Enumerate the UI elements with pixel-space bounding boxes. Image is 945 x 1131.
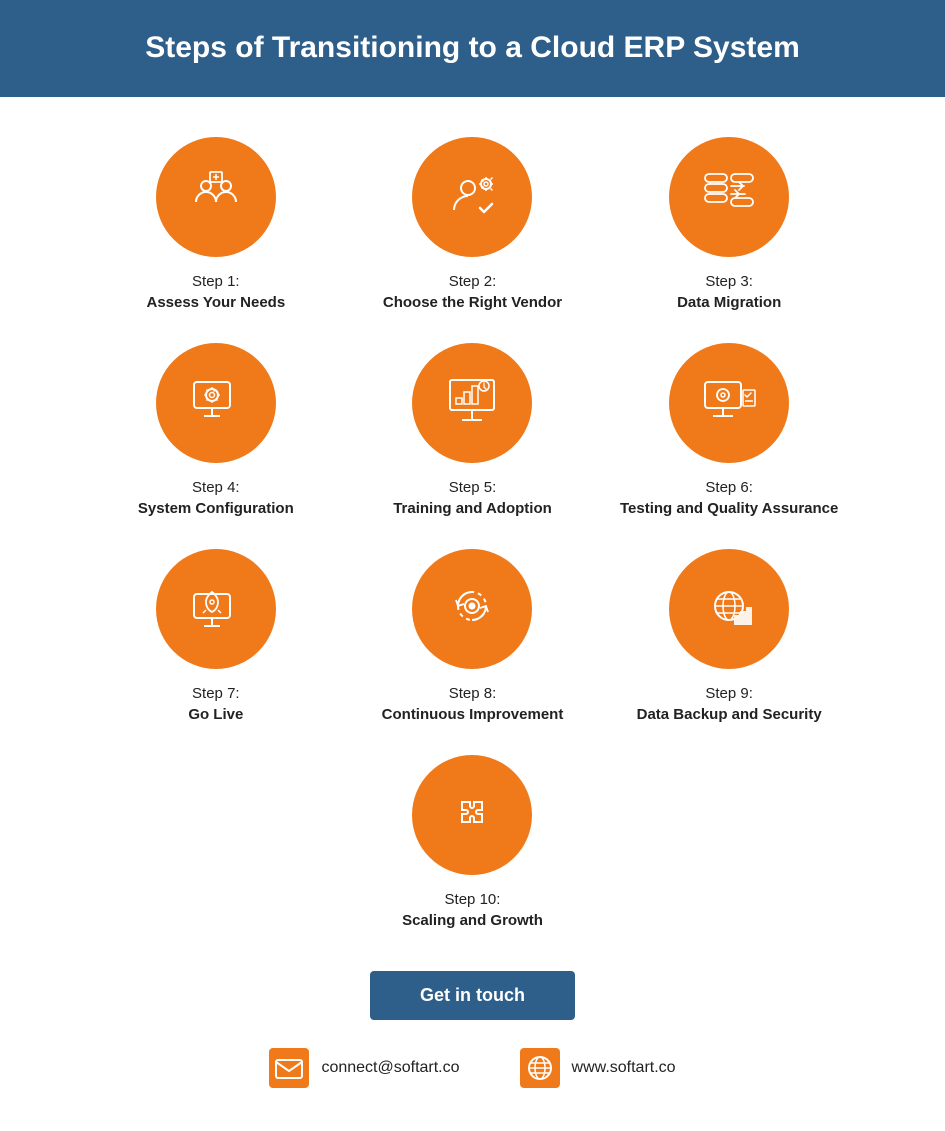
step-label-8: Step 8: Continuous Improvement — [382, 683, 564, 725]
step-item-4: Step 4: System Configuration — [98, 343, 335, 519]
step-icon-golive — [186, 576, 246, 641]
step-item-1: Step 1: Assess Your Needs — [98, 137, 335, 313]
step-label-9: Step 9: Data Backup and Security — [637, 683, 822, 725]
step-title-3: Data Migration — [677, 292, 781, 313]
step-num-7: Step 7: — [192, 685, 240, 702]
step-title-4: System Configuration — [138, 498, 294, 519]
step-item-6: Step 6: Testing and Quality Assurance — [611, 343, 848, 519]
cta-section: Get in touch connect@softart.co — [269, 971, 675, 1088]
step-title-8: Continuous Improvement — [382, 704, 564, 725]
email-icon — [269, 1048, 309, 1088]
step-icon-training — [442, 370, 502, 435]
step-label-3: Step 3: Data Migration — [677, 271, 781, 313]
step-title-7: Go Live — [188, 704, 243, 725]
step-icon-circle-10 — [412, 755, 532, 875]
step-label-5: Step 5: Training and Adoption — [393, 477, 552, 519]
step-title-1: Assess Your Needs — [146, 292, 285, 313]
step-icon-testing — [699, 370, 759, 435]
step-label-1: Step 1: Assess Your Needs — [146, 271, 285, 313]
step-num-2: Step 2: — [449, 273, 497, 290]
get-in-touch-button[interactable]: Get in touch — [370, 971, 575, 1020]
step-icon-scaling — [442, 782, 502, 847]
step-item-8: Step 8: Continuous Improvement — [354, 549, 591, 725]
step-label-2: Step 2: Choose the Right Vendor — [383, 271, 562, 313]
globe-icon — [520, 1048, 560, 1088]
step-num-8: Step 8: — [449, 685, 497, 702]
step-label-7: Step 7: Go Live — [188, 683, 243, 725]
step-num-5: Step 5: — [449, 479, 497, 496]
steps-grid: Step 1: Assess Your Needs Step 2: Choose… — [98, 137, 848, 725]
step-title-10: Scaling and Growth — [402, 910, 543, 931]
step-icon-circle-3 — [669, 137, 789, 257]
step-icon-circle-5 — [412, 343, 532, 463]
step-item-3: Step 3: Data Migration — [611, 137, 848, 313]
step-label-6: Step 6: Testing and Quality Assurance — [620, 477, 838, 519]
step-icon-migration — [699, 164, 759, 229]
contact-row: connect@softart.co www.softart.co — [269, 1048, 675, 1088]
step-title-5: Training and Adoption — [393, 498, 552, 519]
step-item-7: Step 7: Go Live — [98, 549, 335, 725]
step-item-2: Step 2: Choose the Right Vendor — [354, 137, 591, 313]
step-num-6: Step 6: — [705, 479, 753, 496]
page-title: Steps of Transitioning to a Cloud ERP Sy… — [20, 28, 925, 69]
step-title-2: Choose the Right Vendor — [383, 292, 562, 313]
step-num-1: Step 1: — [192, 273, 240, 290]
email-text: connect@softart.co — [321, 1059, 459, 1077]
step-num-10: Step 10: — [445, 891, 501, 908]
step-num-9: Step 9: — [705, 685, 753, 702]
step-icon-circle-4 — [156, 343, 276, 463]
website-contact: www.softart.co — [520, 1048, 676, 1088]
step-title-6: Testing and Quality Assurance — [620, 498, 838, 519]
step-icon-circle-7 — [156, 549, 276, 669]
step-icon-circle-6 — [669, 343, 789, 463]
step-icon-circle-9 — [669, 549, 789, 669]
step-10-row: Step 10: Scaling and Growth — [402, 755, 543, 931]
step-item-9: Step 9: Data Backup and Security — [611, 549, 848, 725]
step-icon-backup — [699, 576, 759, 641]
main-content: Step 1: Assess Your Needs Step 2: Choose… — [0, 97, 945, 1118]
step-icon-assess — [186, 164, 246, 229]
step-icon-circle-8 — [412, 549, 532, 669]
email-contact: connect@softart.co — [269, 1048, 459, 1088]
website-text: www.softart.co — [572, 1059, 676, 1077]
step-icon-config — [186, 370, 246, 435]
step-icon-vendor — [442, 164, 502, 229]
step-num-3: Step 3: — [705, 273, 753, 290]
step-label-10: Step 10: Scaling and Growth — [402, 889, 543, 931]
step-icon-continuous — [442, 576, 502, 641]
page-header: Steps of Transitioning to a Cloud ERP Sy… — [0, 0, 945, 97]
step-label-4: Step 4: System Configuration — [138, 477, 294, 519]
step-item-10: Step 10: Scaling and Growth — [402, 755, 543, 931]
step-item-5: Step 5: Training and Adoption — [354, 343, 591, 519]
step-title-9: Data Backup and Security — [637, 704, 822, 725]
step-icon-circle-1 — [156, 137, 276, 257]
step-num-4: Step 4: — [192, 479, 240, 496]
step-icon-circle-2 — [412, 137, 532, 257]
